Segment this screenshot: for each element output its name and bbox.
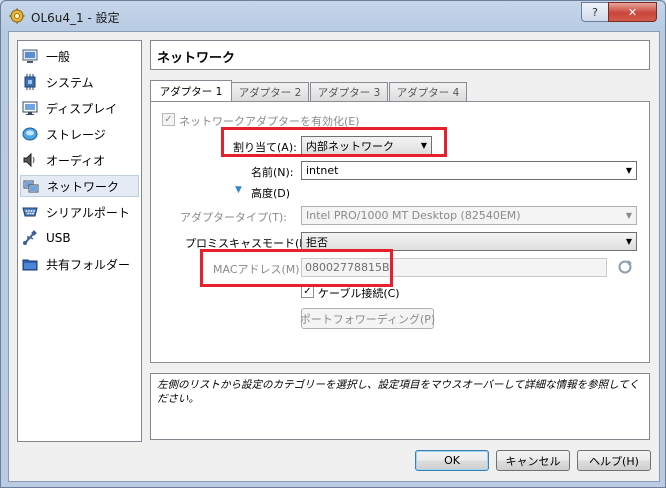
help-description: 左側のリストから設定のカテゴリーを選択し、設定項目をマウスオーバーして詳細な情報… <box>150 373 650 440</box>
system-chip-icon <box>24 74 36 90</box>
expand-triangle-icon[interactable]: ▼ <box>235 185 242 195</box>
speaker-icon <box>23 152 35 168</box>
enable-adapter-checkbox[interactable]: ✓ <box>162 113 175 126</box>
tab-adapter-2[interactable]: アダプター 2 <box>231 82 309 101</box>
page-title: ネットワーク <box>157 51 236 66</box>
cable-connected-label: ケーブル接続(C) <box>318 287 400 300</box>
network-name-value: intnet <box>306 164 339 177</box>
sidebar-item-label: ネットワーク <box>47 179 120 194</box>
dialog-client: 一般 システム ディスプレイ ストレージ オーディオ ネットワーク シリアルポー… <box>8 31 660 482</box>
network-name-combo[interactable]: intnet ▼ <box>301 161 637 180</box>
tab-adapter-3[interactable]: アダプター 3 <box>310 82 388 101</box>
serial-port-icon <box>22 207 38 217</box>
adapter-type-label: アダプタータイプ(T): <box>180 211 288 224</box>
chevron-down-icon: ▼ <box>625 237 633 246</box>
mac-address-highlight <box>200 249 393 287</box>
chevron-down-icon: ▼ <box>625 211 633 220</box>
title-bar[interactable]: OL6u4_1 - 設定 ? ✕ <box>1 1 665 31</box>
window-title: OL6u4_1 - 設定 <box>31 11 120 25</box>
sidebar-item-network[interactable]: ネットワーク <box>20 175 139 197</box>
adapter-type-select[interactable]: Intel PRO/1000 MT Desktop (82540EM) ▼ <box>301 206 637 225</box>
sidebar-item-label: 一般 <box>46 49 71 64</box>
sidebar-item-storage[interactable]: ストレージ <box>20 123 139 145</box>
sidebar-item-label: オーディオ <box>46 153 106 168</box>
chevron-down-icon: ▼ <box>625 166 633 175</box>
title-help-button[interactable]: ? <box>581 2 609 22</box>
sidebar-item-label: 共有フォルダー <box>46 257 131 272</box>
help-button[interactable]: ヘルプ(H) <box>577 450 651 471</box>
tab-adapter-4[interactable]: アダプター 4 <box>389 82 467 101</box>
page-header: ネットワーク <box>150 40 650 70</box>
promiscuous-mode-value: 拒否 <box>306 235 328 249</box>
tab-adapter-1[interactable]: アダプター 1 <box>150 80 232 101</box>
cancel-button[interactable]: キャンセル <box>496 450 570 471</box>
sidebar-item-shared-folders[interactable]: 共有フォルダー <box>20 253 139 275</box>
advanced-toggle[interactable]: 高度(D) <box>251 185 290 201</box>
sidebar-item-label: システム <box>46 75 94 90</box>
category-list: 一般 システム ディスプレイ ストレージ オーディオ ネットワーク シリアルポー… <box>17 40 142 442</box>
sidebar-item-serial-port[interactable]: シリアルポート <box>20 201 139 223</box>
sidebar-item-usb[interactable]: USB <box>20 227 139 249</box>
refresh-mac-icon[interactable] <box>617 259 633 275</box>
sidebar-item-general[interactable]: 一般 <box>20 45 139 67</box>
sidebar-item-label: ディスプレイ <box>46 101 118 116</box>
sidebar-item-audio[interactable]: オーディオ <box>20 149 139 171</box>
network-icon <box>23 180 39 193</box>
settings-window: OL6u4_1 - 設定 ? ✕ 一般 システム ディスプレイ ストレージ オー… <box>0 0 666 488</box>
port-forwarding-button[interactable]: ポートフォワーディング(P) <box>300 308 435 329</box>
display-icon <box>22 101 38 115</box>
shared-folder-icon <box>22 259 38 271</box>
settings-gear-icon <box>9 8 25 24</box>
adapter-type-value: Intel PRO/1000 MT Desktop (82540EM) <box>306 209 521 222</box>
general-icon <box>22 49 38 63</box>
storage-disk-icon <box>22 127 38 141</box>
sidebar-item-label: シリアルポート <box>46 205 130 220</box>
name-label: 名前(N): <box>251 166 294 179</box>
sidebar-item-label: ストレージ <box>46 127 106 142</box>
ok-button[interactable]: OK <box>415 450 489 471</box>
usb-icon <box>23 230 37 245</box>
close-button[interactable]: ✕ <box>608 2 657 22</box>
attached-to-highlight <box>221 127 447 157</box>
sidebar-item-label: USB <box>46 231 71 245</box>
sidebar-item-display[interactable]: ディスプレイ <box>20 97 139 119</box>
sidebar-item-system[interactable]: システム <box>20 71 139 93</box>
